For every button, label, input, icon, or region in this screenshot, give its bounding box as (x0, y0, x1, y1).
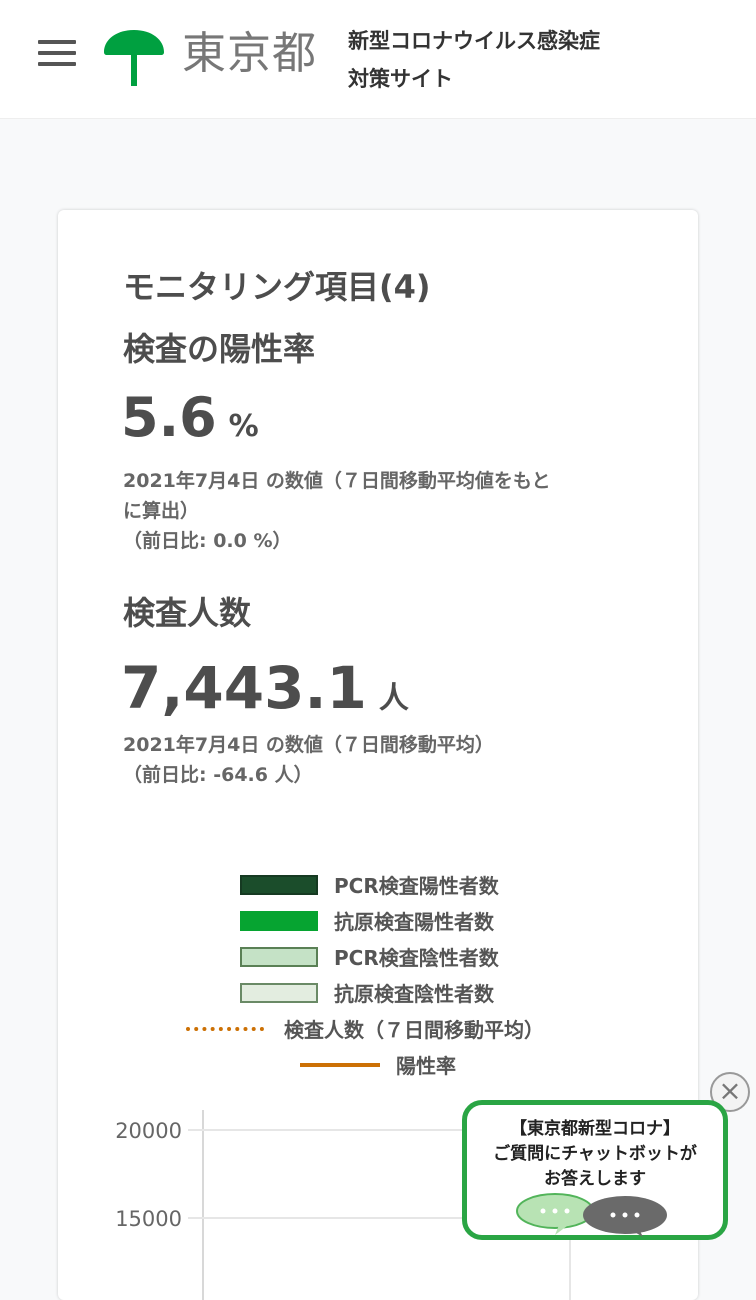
site-header: 東京都 新型コロナウイルス感染症 対策サイト (0, 0, 756, 119)
positivity-number: 5.6 (121, 386, 217, 449)
legend-label: PCR検査陽性者数 (334, 874, 499, 898)
site-title[interactable]: 新型コロナウイルス感染症 対策サイト (348, 22, 678, 98)
legend-swatch (240, 982, 318, 1003)
legend-item-positivity-rate[interactable]: 陽性率 (300, 1050, 456, 1079)
tests-heading: 検査人数 (123, 594, 252, 632)
tests-number: 7,443.1 (121, 654, 367, 722)
tests-unit: 人 (378, 681, 409, 716)
tests-value: 7,443.1 人 (121, 654, 409, 722)
positivity-note: 2021年7月4日 の数値（７日間移動平均値をもと に算出） （前日比: 0.0… (123, 466, 643, 556)
legend-swatch (240, 946, 318, 967)
legend-label: 抗原検査陽性者数 (334, 910, 494, 934)
chatbot-banner[interactable]: 【東京都新型コロナ】 ご質問にチャットボットが お答えします (462, 1100, 728, 1240)
legend-label: PCR検査陰性者数 (334, 946, 499, 970)
legend-label: 検査人数（７日間移動平均） (284, 1018, 544, 1042)
legend-item-antigen-negative[interactable]: 抗原検査陰性者数 (240, 978, 494, 1007)
y-tick-label: 15000 (115, 1207, 182, 1231)
hamburger-menu-icon[interactable] (38, 40, 76, 68)
tests-note-line2: （前日比: -64.6 人） (123, 764, 313, 786)
legend-item-pcr-positive[interactable]: PCR検査陽性者数 (240, 870, 499, 899)
logo-text[interactable]: 東京都 (182, 26, 317, 82)
legend-swatch (240, 874, 318, 895)
tokyo-ginkgo-logo-icon[interactable] (104, 26, 164, 88)
card-title: モニタリング項目(4) (123, 268, 431, 306)
tests-note-line1: 2021年7月4日 の数値（７日間移動平均） (123, 734, 494, 756)
chatbot-text: 【東京都新型コロナ】 ご質問にチャットボットが お答えします (467, 1117, 723, 1192)
positivity-unit: % (228, 409, 259, 444)
legend-solid-line (300, 1062, 380, 1067)
positivity-note-line2: に算出） (123, 500, 200, 522)
legend-item-pcr-negative[interactable]: PCR検査陰性者数 (240, 942, 499, 971)
positivity-note-line3: （前日比: 0.0 %） (123, 530, 292, 552)
legend-label: 抗原検査陰性者数 (334, 982, 494, 1006)
legend-dotted-line (186, 1026, 264, 1031)
positivity-note-line1: 2021年7月4日 の数値（７日間移動平均値をもと (123, 470, 551, 492)
site-title-line1: 新型コロナウイルス感染症 (348, 29, 600, 53)
legend-label: 陽性率 (396, 1054, 456, 1078)
chatbot-text-line2: ご質問にチャットボットが (493, 1144, 697, 1164)
chatbot-text-line3: お答えします (544, 1169, 646, 1189)
positivity-value: 5.6% (121, 386, 259, 449)
legend-item-tests-average[interactable]: 検査人数（７日間移動平均） (186, 1014, 544, 1043)
y-tick-label: 20000 (115, 1119, 182, 1143)
chat-bubbles-icon (516, 1193, 667, 1237)
site-title-line2: 対策サイト (348, 67, 453, 91)
positivity-heading: 検査の陽性率 (123, 330, 316, 368)
tests-note: 2021年7月4日 の数値（７日間移動平均） （前日比: -64.6 人） (123, 730, 643, 790)
chatbot-text-line1: 【東京都新型コロナ】 (510, 1119, 680, 1139)
legend-swatch (240, 910, 318, 931)
legend-item-antigen-positive[interactable]: 抗原検査陽性者数 (240, 906, 494, 935)
